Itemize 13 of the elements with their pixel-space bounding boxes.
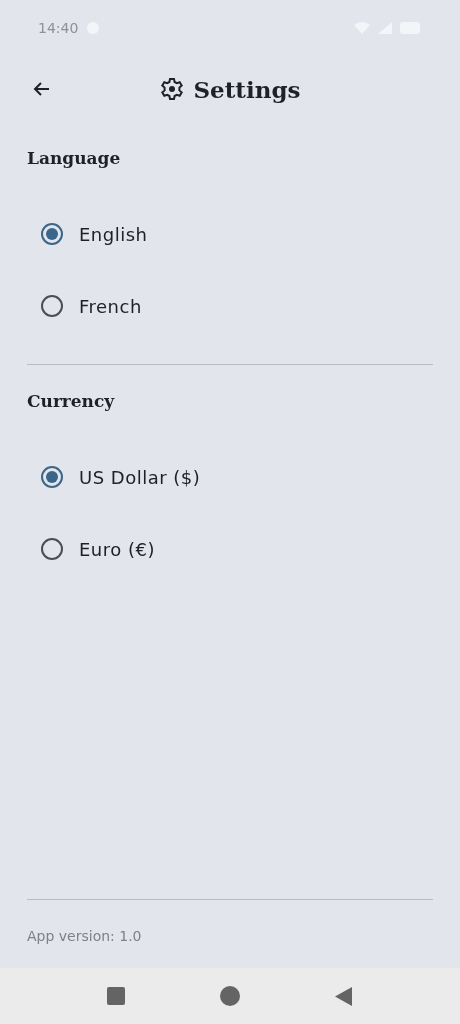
status-time: 14:40 (38, 20, 79, 36)
radio-option[interactable]: US Dollar ($) (27, 441, 433, 513)
page-title: Settings (193, 75, 301, 103)
radio-option[interactable]: French (27, 270, 433, 342)
radio-option[interactable]: Euro (€) (27, 513, 433, 585)
version-text: App version: 1.0 (26, 927, 143, 946)
home-icon[interactable] (220, 986, 240, 1006)
recents-icon[interactable] (107, 987, 126, 1005)
settings-icon (159, 77, 184, 101)
radio-option[interactable]: English (27, 198, 433, 270)
section-heading: Currency (27, 391, 116, 411)
back-icon[interactable] (334, 986, 353, 1006)
section-heading: Language (27, 148, 122, 168)
